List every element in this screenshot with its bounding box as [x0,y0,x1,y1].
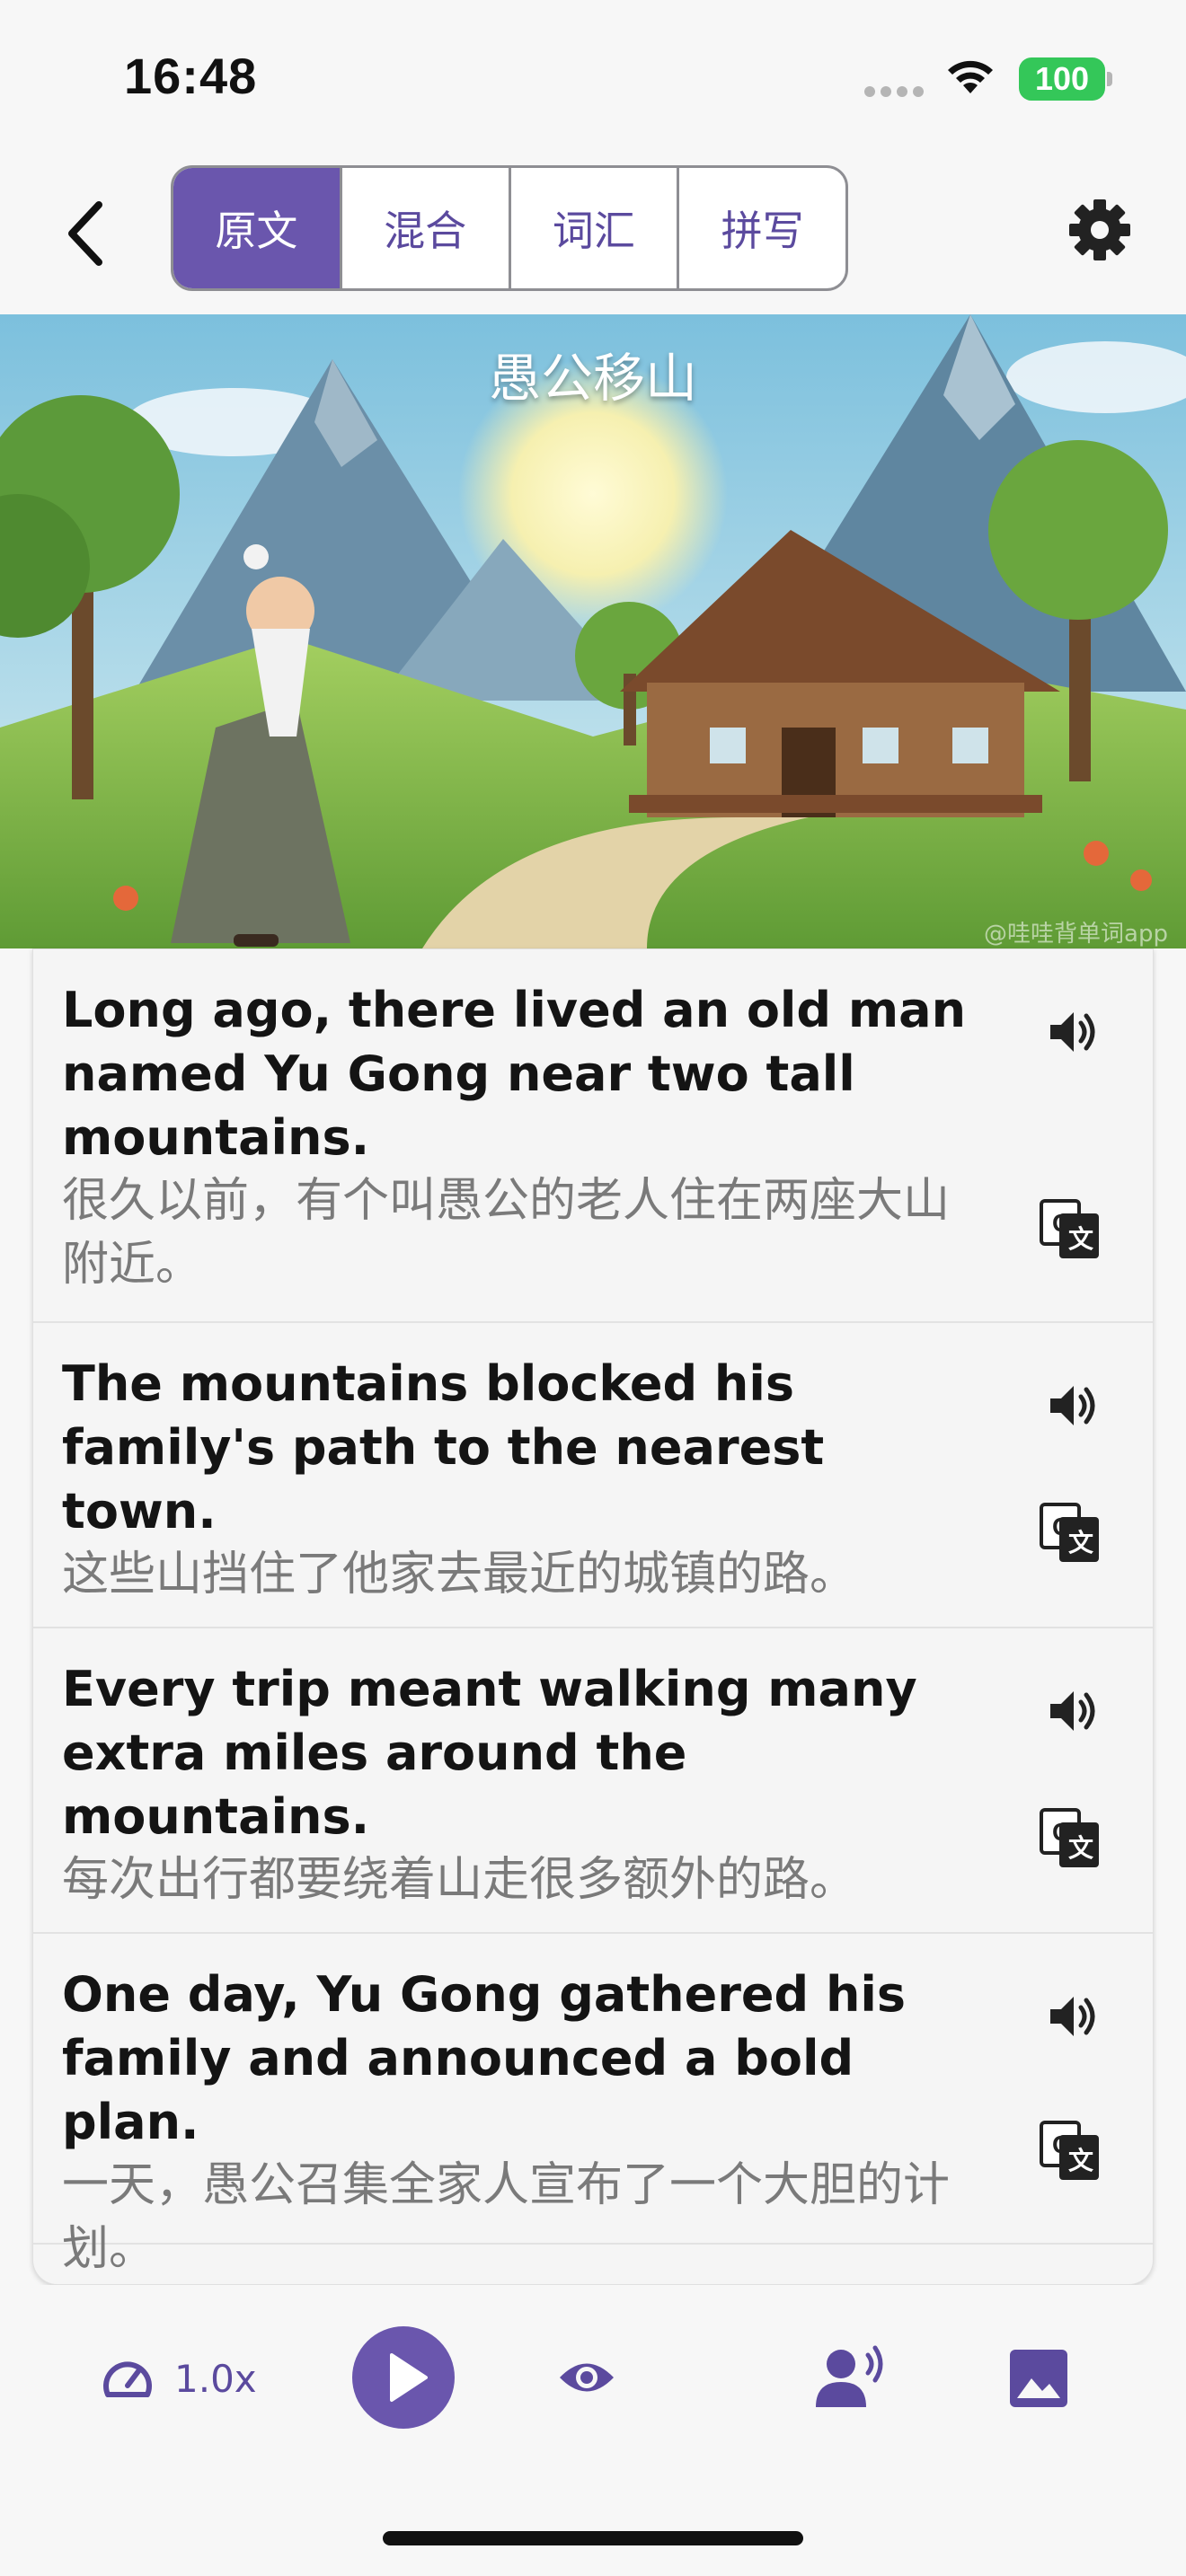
list-item[interactable]: Long ago, there lived an old man named Y… [33,949,1153,1323]
status-time: 16:48 [124,48,258,104]
back-button[interactable] [54,193,117,274]
nav-bar: 原文 混合 词汇 拼写 [0,153,1186,314]
wifi-icon [943,56,997,99]
svg-text:文: 文 [1068,1833,1093,1862]
speed-button[interactable]: 1.0x [101,2353,257,2404]
settings-button[interactable] [1067,198,1132,262]
eye-icon [560,2363,614,2392]
sentence-chinese: 这些山挡住了他家去最近的城镇的路。 [62,1548,857,1601]
play-button[interactable] [352,2326,455,2429]
list-item[interactable]: One day, Yu Gong gathered his family and… [33,1934,1153,2276]
translate-icon[interactable]: G 文 [1040,2121,1101,2182]
watermark-text: @哇哇背单词app [984,921,1168,948]
status-bar: 16:48 100 [0,0,1186,153]
translate-icon[interactable]: G 文 [1040,1199,1101,1260]
tab-vocabulary[interactable]: 词汇 [508,168,677,288]
svg-text:文: 文 [1068,2146,1093,2175]
image-button[interactable] [1010,2350,1067,2407]
battery-icon: 100 [1019,57,1105,101]
speaker-icon[interactable] [1043,1377,1101,1434]
sentence-chinese: 每次出行都要绕着山走很多额外的路。 [62,1853,857,1907]
image-icon [1010,2350,1067,2407]
speaker-icon[interactable] [1043,1988,1101,2045]
translate-icon[interactable]: G 文 [1040,1808,1101,1869]
voice-icon [816,2345,883,2407]
tab-spelling[interactable]: 拼写 [677,168,845,288]
sentence-english: He decided to move the [62,2273,991,2284]
sentence-list[interactable]: Long ago, there lived an old man named Y… [32,948,1154,2285]
list-item[interactable]: The mountains blocked his family's path … [33,1323,1153,1628]
speaker-icon[interactable] [1043,1003,1101,1061]
home-indicator[interactable] [383,2531,803,2545]
voice-button[interactable] [814,2344,888,2409]
tab-original[interactable]: 原文 [173,168,340,288]
speaker-icon[interactable] [1043,1682,1101,1740]
story-illustration: 愚公移山 @哇哇背单词app [0,314,1186,948]
story-title: 愚公移山 [488,348,697,409]
play-icon [390,2353,428,2402]
battery-tip [1107,72,1112,86]
sentence-english: The mountains blocked his family's path … [62,1355,825,1539]
svg-text:文: 文 [1068,1224,1093,1253]
playback-toolbar: 1.0x [0,2285,1186,2474]
speedometer-icon [103,2361,152,2397]
visibility-button[interactable] [557,2357,616,2398]
sentence-chinese: 很久以前，有个叫愚公的老人住在两座大山附近。 [62,1174,951,1292]
list-item[interactable]: Every trip meant walking many extra mile… [33,1628,1153,1934]
sentence-english: Every trip meant walking many extra mile… [62,1661,917,1845]
sentence-english: Long ago, there lived an old man named Y… [62,982,967,1166]
translate-icon[interactable]: G 文 [1040,1503,1101,1564]
mode-segmented-control: 原文 混合 词汇 拼写 [171,165,848,291]
signal-dots-icon [864,86,924,97]
chevron-left-icon [68,201,102,266]
gear-icon [1069,199,1130,260]
list-item[interactable]: He decided to move the [33,2245,1153,2284]
speed-label: 1.0x [174,2356,257,2401]
svg-text:文: 文 [1068,1528,1093,1557]
tab-mixed[interactable]: 混合 [339,168,509,288]
sentence-english: One day, Yu Gong gathered his family and… [62,1966,907,2150]
